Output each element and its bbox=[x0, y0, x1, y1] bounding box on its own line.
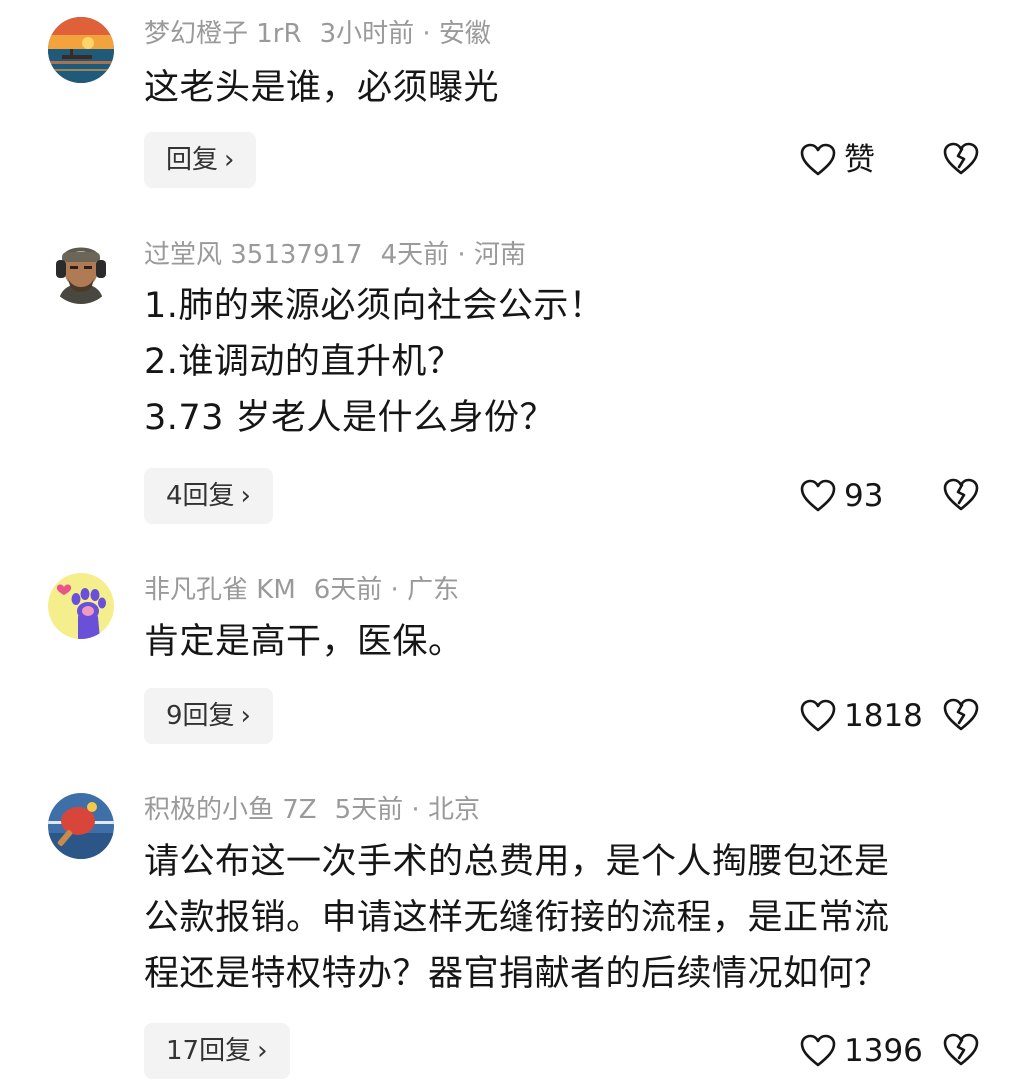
reply-label: 9回复 bbox=[166, 701, 235, 731]
username[interactable]: 梦幻橙子 1rR bbox=[144, 19, 302, 49]
chevron-right-icon: › bbox=[224, 145, 235, 175]
avatar[interactable] bbox=[48, 238, 114, 304]
comment-meta: 过堂风 35137917 4天前 · 河南 bbox=[144, 238, 526, 272]
reply-label: 回复 bbox=[166, 145, 219, 175]
heart-outline-icon bbox=[800, 143, 836, 176]
username[interactable]: 积极的小鱼 7Z bbox=[144, 795, 317, 825]
broken-heart-icon bbox=[943, 142, 979, 175]
comment-line: 肯定是高干，医保。 bbox=[144, 622, 464, 662]
reply-button[interactable]: 9回复 › bbox=[144, 688, 273, 744]
like-button[interactable]: 赞 bbox=[800, 140, 875, 180]
like-button[interactable]: 1818 bbox=[800, 696, 923, 736]
comment-text: 肯定是高干，医保。 bbox=[144, 614, 984, 670]
time-location: 6天前 · 广东 bbox=[313, 575, 460, 605]
time-location: 4天前 · 河南 bbox=[380, 240, 526, 270]
comment-meta: 梦幻橙子 1rR 3小时前 · 安徽 bbox=[144, 17, 491, 51]
comment-line: 这老头是谁，必须曝光 bbox=[144, 68, 500, 108]
username[interactable]: 过堂风 35137917 bbox=[144, 240, 363, 270]
chevron-right-icon: › bbox=[240, 701, 251, 731]
like-button[interactable]: 93 bbox=[800, 476, 883, 516]
comment-line: 1.肺的来源必须向社会公示！ bbox=[144, 286, 605, 326]
soldier-headset-avatar-image bbox=[48, 238, 114, 304]
heart-outline-icon bbox=[800, 479, 836, 512]
like-count: 赞 bbox=[844, 142, 875, 178]
dislike-button[interactable] bbox=[942, 141, 980, 179]
reply-button[interactable]: 4回复 › bbox=[144, 468, 273, 524]
broken-heart-icon bbox=[943, 1033, 979, 1066]
comment-line: 3.73 岁老人是什么身份？ bbox=[144, 398, 556, 438]
comment-line: 2.谁调动的直升机？ bbox=[144, 342, 463, 382]
dislike-button[interactable] bbox=[942, 1032, 980, 1070]
chevron-right-icon: › bbox=[240, 481, 251, 511]
comment-line: 请公布这一次手术的总费用，是个人掏腰包还是 bbox=[144, 842, 890, 882]
broken-heart-icon bbox=[943, 478, 979, 511]
paw-heart-avatar-image bbox=[48, 573, 114, 639]
avatar[interactable] bbox=[48, 793, 114, 859]
avatar[interactable] bbox=[48, 17, 114, 83]
ping-pong-avatar-image bbox=[48, 793, 114, 859]
time-location: 5天前 · 北京 bbox=[334, 795, 480, 825]
heart-outline-icon bbox=[800, 1034, 836, 1067]
like-count: 93 bbox=[844, 478, 884, 514]
comment-text: 1.肺的来源必须向社会公示！ 2.谁调动的直升机？ 3.73 岁老人是什么身份？ bbox=[144, 278, 984, 446]
sunset-lake-avatar-image bbox=[48, 17, 114, 83]
reply-label: 17回复 bbox=[166, 1036, 252, 1066]
comment-text: 这老头是谁，必须曝光 bbox=[144, 60, 984, 116]
reply-button[interactable]: 回复 › bbox=[144, 132, 257, 188]
broken-heart-icon bbox=[943, 698, 979, 731]
like-button[interactable]: 1396 bbox=[800, 1031, 923, 1071]
comment-line: 公款报销。申请这样无缝衔接的流程，是正常流 bbox=[144, 898, 890, 938]
heart-outline-icon bbox=[800, 699, 836, 732]
comment-line: 程还是特权特办？器官捐献者的后续情况如何？ bbox=[144, 954, 890, 994]
reply-button[interactable]: 17回复 › bbox=[144, 1023, 290, 1079]
like-count: 1396 bbox=[844, 1033, 923, 1069]
comment-meta: 积极的小鱼 7Z 5天前 · 北京 bbox=[144, 793, 480, 827]
comment-meta: 非凡孔雀 KM 6天前 · 广东 bbox=[144, 573, 459, 607]
chevron-right-icon: › bbox=[257, 1036, 268, 1066]
time-location: 3小时前 · 安徽 bbox=[319, 19, 491, 49]
like-count: 1818 bbox=[844, 698, 923, 734]
dislike-button[interactable] bbox=[942, 697, 980, 735]
reply-label: 4回复 bbox=[166, 481, 235, 511]
avatar[interactable] bbox=[48, 573, 114, 639]
dislike-button[interactable] bbox=[942, 477, 980, 515]
comment-text: 请公布这一次手术的总费用，是个人掏腰包还是 公款报销。申请这样无缝衔接的流程，是… bbox=[144, 834, 984, 1002]
username[interactable]: 非凡孔雀 KM bbox=[144, 575, 296, 605]
